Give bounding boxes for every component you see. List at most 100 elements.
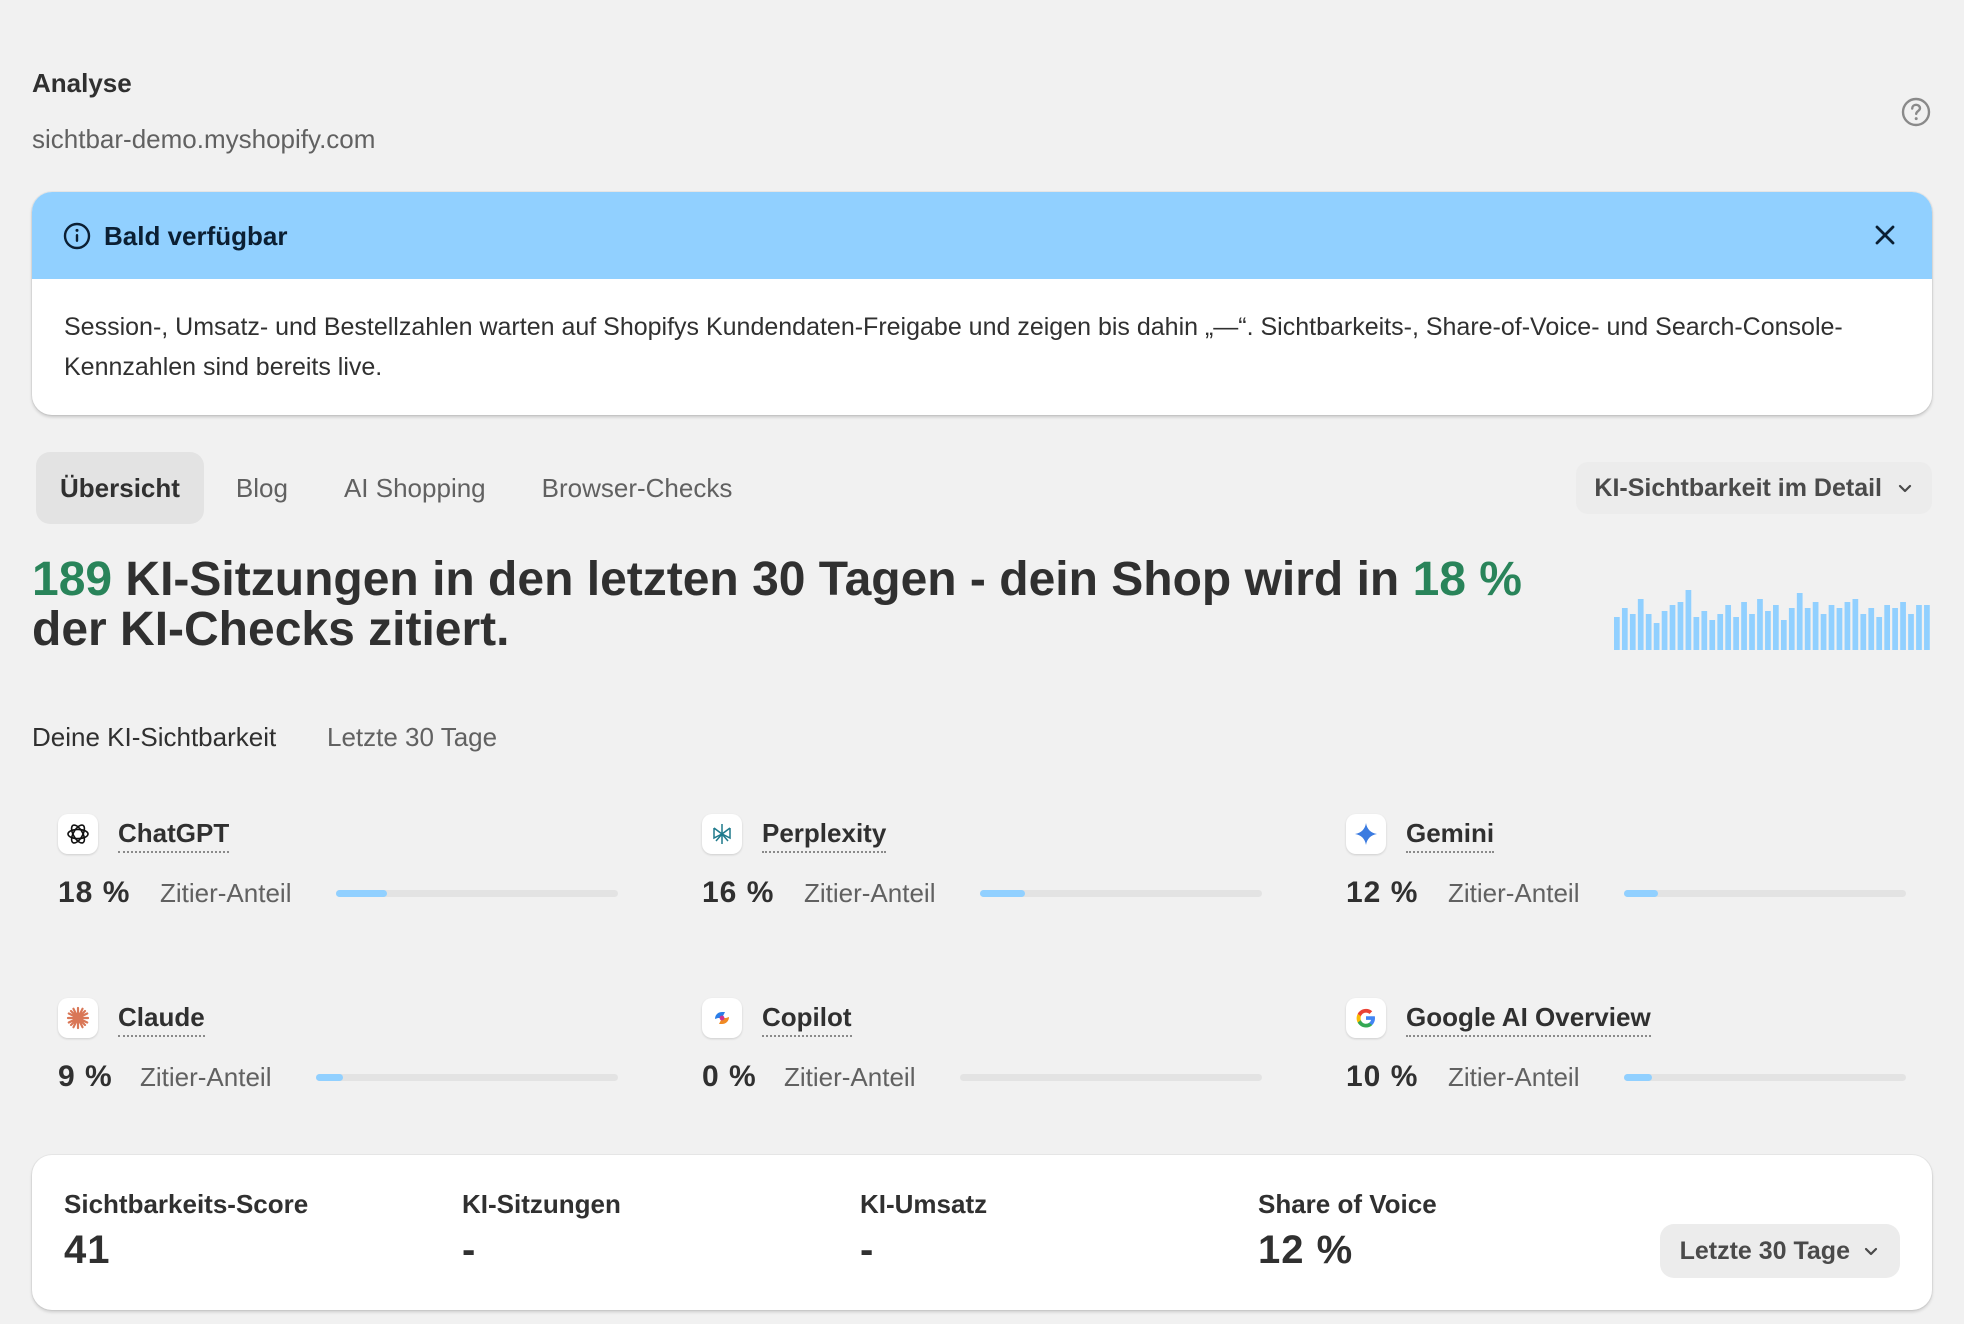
engine-name[interactable]: Gemini <box>1406 818 1495 853</box>
engine-card-copilot: Copilot 0 % Zitier-Anteil <box>676 994 1262 1114</box>
sessions-count: 189 <box>32 553 113 606</box>
engine-name[interactable]: Google AI Overview <box>1406 1002 1651 1037</box>
metric-label: Zitier-Anteil <box>804 878 936 908</box>
stat-value: - <box>462 1228 477 1272</box>
sparkline-bar <box>1614 617 1620 650</box>
stat-label: Share of Voice <box>1258 1189 1437 1219</box>
sparkline-bar <box>1820 614 1827 650</box>
date-range-dropdown[interactable]: Letzte 30 Tage <box>1659 1224 1900 1278</box>
stat-ai-sessions: KI-Sitzungen - <box>462 1189 621 1273</box>
visibility-period: Letzte 30 Tage <box>327 722 498 752</box>
share-bar-fill <box>336 890 387 897</box>
engine-percent: 12 % <box>1346 876 1419 909</box>
sparkline-bar <box>1860 614 1867 650</box>
engine-name[interactable]: ChatGPT <box>118 818 230 853</box>
share-bar <box>1624 1074 1906 1081</box>
banner-title: Bald verfügbar <box>104 221 288 251</box>
sessions-sparkline <box>1614 590 1930 650</box>
engine-card-perplexity: Perplexity 16 % Zitier-Anteil <box>676 810 1262 930</box>
metric-label: Zitier-Anteil <box>784 1062 916 1092</box>
engine-card-gemini: Gemini 12 % Zitier-Anteil <box>1320 810 1906 930</box>
tab-blog[interactable]: Blog <box>212 452 312 524</box>
stat-ai-revenue: KI-Umsatz - <box>860 1189 987 1273</box>
sparkline-bar <box>1876 617 1883 650</box>
tab-bar: Übersicht Blog AI Shopping Browser-Check… <box>36 452 764 524</box>
sparkline-bar <box>1709 620 1716 650</box>
share-bar <box>316 1074 618 1081</box>
copilot-icon <box>702 998 742 1038</box>
sparkline-bar <box>1741 602 1747 650</box>
stat-label: KI-Umsatz <box>860 1189 988 1219</box>
sparkline-bar <box>1757 599 1763 650</box>
sparkline-bar <box>1629 614 1636 650</box>
share-bar <box>960 1074 1262 1081</box>
sparkline-bar <box>1773 605 1779 650</box>
sparkline-bar <box>1788 608 1795 650</box>
stats-card: Sichtbarkeits-Score 41 KI-Sitzungen - KI… <box>32 1155 1932 1310</box>
claude-icon <box>58 998 98 1038</box>
sparkline-bar <box>1844 602 1851 650</box>
engine-name[interactable]: Perplexity <box>762 818 887 853</box>
engine-percent: 16 % <box>702 876 775 909</box>
metric-label: Zitier-Anteil <box>1448 878 1580 908</box>
share-bar <box>1624 890 1906 897</box>
stat-value: 12 % <box>1258 1228 1354 1272</box>
sparkline-bar <box>1868 608 1875 650</box>
sparkline-bar <box>1661 611 1668 650</box>
sparkline-bar <box>1693 617 1700 650</box>
chevron-down-icon <box>1864 1247 1878 1256</box>
stat-value: - <box>860 1228 875 1272</box>
sparkline-bar <box>1653 623 1660 650</box>
tab-uebersicht[interactable]: Übersicht <box>36 452 204 524</box>
sparkline-bar <box>1765 611 1771 650</box>
engine-percent: 9 % <box>58 1060 113 1093</box>
metric-label: Zitier-Anteil <box>160 878 292 908</box>
engine-percent: 10 % <box>1346 1060 1419 1093</box>
sparkline-bar <box>1892 608 1898 650</box>
sparkline-bar <box>1645 614 1652 650</box>
banner-text: Session-, Umsatz- und Bestellzahlen wart… <box>64 313 1843 381</box>
question-circle-icon[interactable] <box>1900 96 1932 128</box>
perplexity-icon <box>702 814 742 854</box>
sparkline-bar <box>1637 599 1644 650</box>
sparkline-bar <box>1884 605 1891 650</box>
stat-share-of-voice: Share of Voice 12 % <box>1258 1189 1437 1273</box>
stat-label: KI-Sitzungen <box>462 1189 621 1219</box>
sparkline-bar <box>1836 608 1843 650</box>
gemini-icon <box>1346 814 1386 854</box>
sparkline-bar <box>1733 617 1739 650</box>
sparkline-bar <box>1749 614 1755 650</box>
sparkline-bar <box>1725 605 1732 650</box>
engine-percent: 18 % <box>58 876 131 909</box>
engine-name[interactable]: Claude <box>118 1002 205 1037</box>
share-bar-fill <box>316 1074 344 1081</box>
share-bar <box>980 890 1262 897</box>
visibility-title: Deine KI-Sichtbarkeit <box>32 722 277 752</box>
share-bar-fill <box>1624 1074 1653 1081</box>
banner-header: Bald verfügbar <box>32 192 1932 279</box>
stat-label: Sichtbarkeits-Score <box>64 1189 309 1219</box>
tab-ai-shopping[interactable]: AI Shopping <box>320 452 510 524</box>
metric-label: Zitier-Anteil <box>140 1062 272 1092</box>
sparkline-bar <box>1828 605 1835 650</box>
detail-dropdown-button[interactable]: KI-Sichtbarkeit im Detail <box>1576 462 1932 514</box>
sparkline-bar <box>1685 590 1692 650</box>
tab-browser-checks[interactable]: Browser-Checks <box>518 452 757 524</box>
citation-percent: 18 % <box>1412 553 1522 606</box>
sparkline-bar <box>1717 614 1724 650</box>
chatgpt-icon <box>58 814 98 854</box>
date-range-label: Letzte 30 Tage <box>1679 1236 1850 1265</box>
sparkline-bar <box>1677 602 1684 650</box>
info-icon <box>63 222 91 250</box>
engine-name[interactable]: Copilot <box>762 1002 852 1037</box>
stat-value: 41 <box>64 1228 111 1272</box>
sparkline-bar <box>1924 605 1930 650</box>
sparkline-bar <box>1621 608 1628 650</box>
sparkline-bar <box>1804 608 1811 650</box>
engine-percent: 0 % <box>702 1060 757 1093</box>
close-icon[interactable] <box>1868 218 1902 252</box>
sparkline-bar <box>1812 602 1819 650</box>
share-bar <box>336 890 618 897</box>
sparkline-bar <box>1916 605 1922 650</box>
stat-visibility-score: Sichtbarkeits-Score 41 <box>64 1189 308 1273</box>
